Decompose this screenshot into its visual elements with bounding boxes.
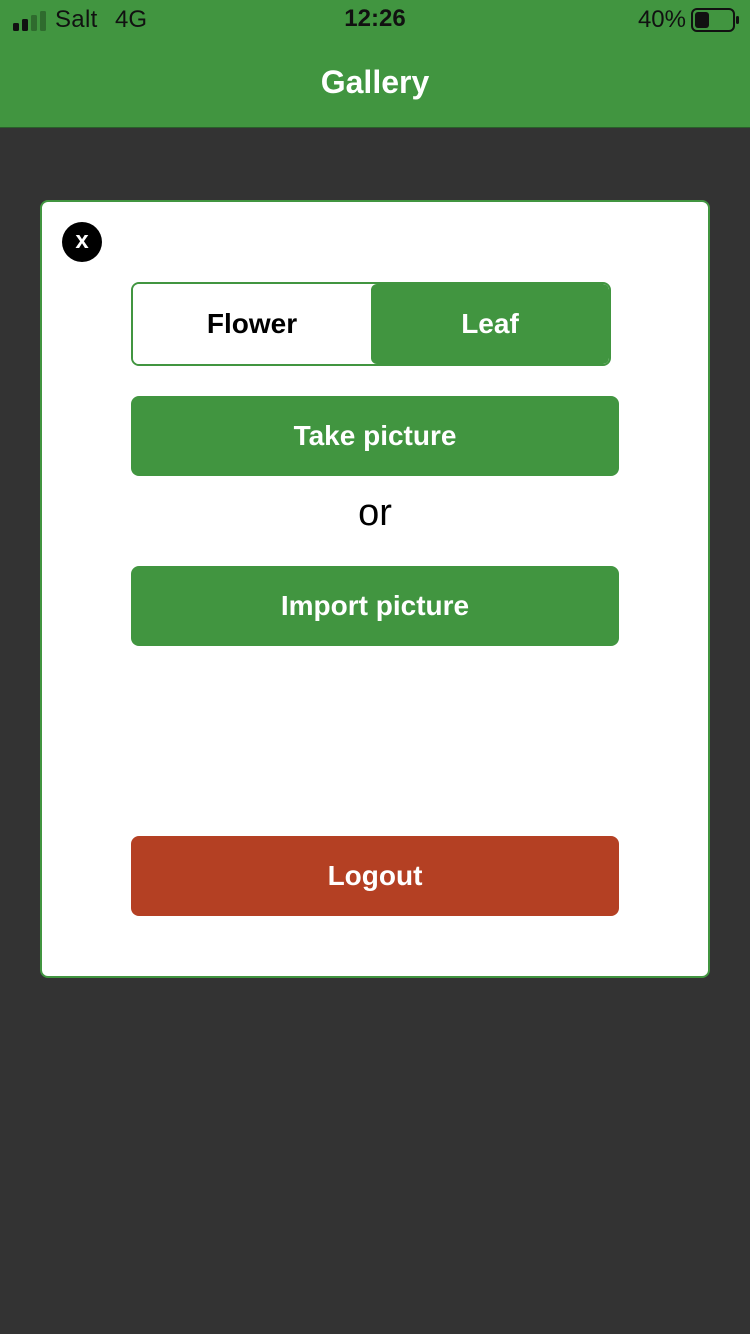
- status-bar: Salt 4G 12:26 40%: [0, 0, 750, 42]
- app-header: Salt 4G 12:26 40% Gallery: [0, 0, 750, 128]
- or-separator: or: [358, 492, 392, 534]
- segment-leaf[interactable]: Leaf: [371, 284, 609, 364]
- import-picture-button[interactable]: Import picture: [131, 566, 619, 646]
- page-title: Gallery: [320, 64, 430, 100]
- take-picture-button[interactable]: Take picture: [131, 396, 619, 476]
- segment-flower[interactable]: Flower: [133, 284, 371, 364]
- logout-button[interactable]: Logout: [131, 836, 619, 916]
- battery-percentage: 40%: [637, 6, 686, 33]
- plant-part-selector: Flower Leaf: [131, 282, 611, 366]
- battery-icon: [691, 8, 739, 32]
- close-modal-button[interactable]: x: [62, 222, 102, 262]
- picture-source-modal: x Flower Leaf Take picture or Import pic…: [40, 200, 710, 978]
